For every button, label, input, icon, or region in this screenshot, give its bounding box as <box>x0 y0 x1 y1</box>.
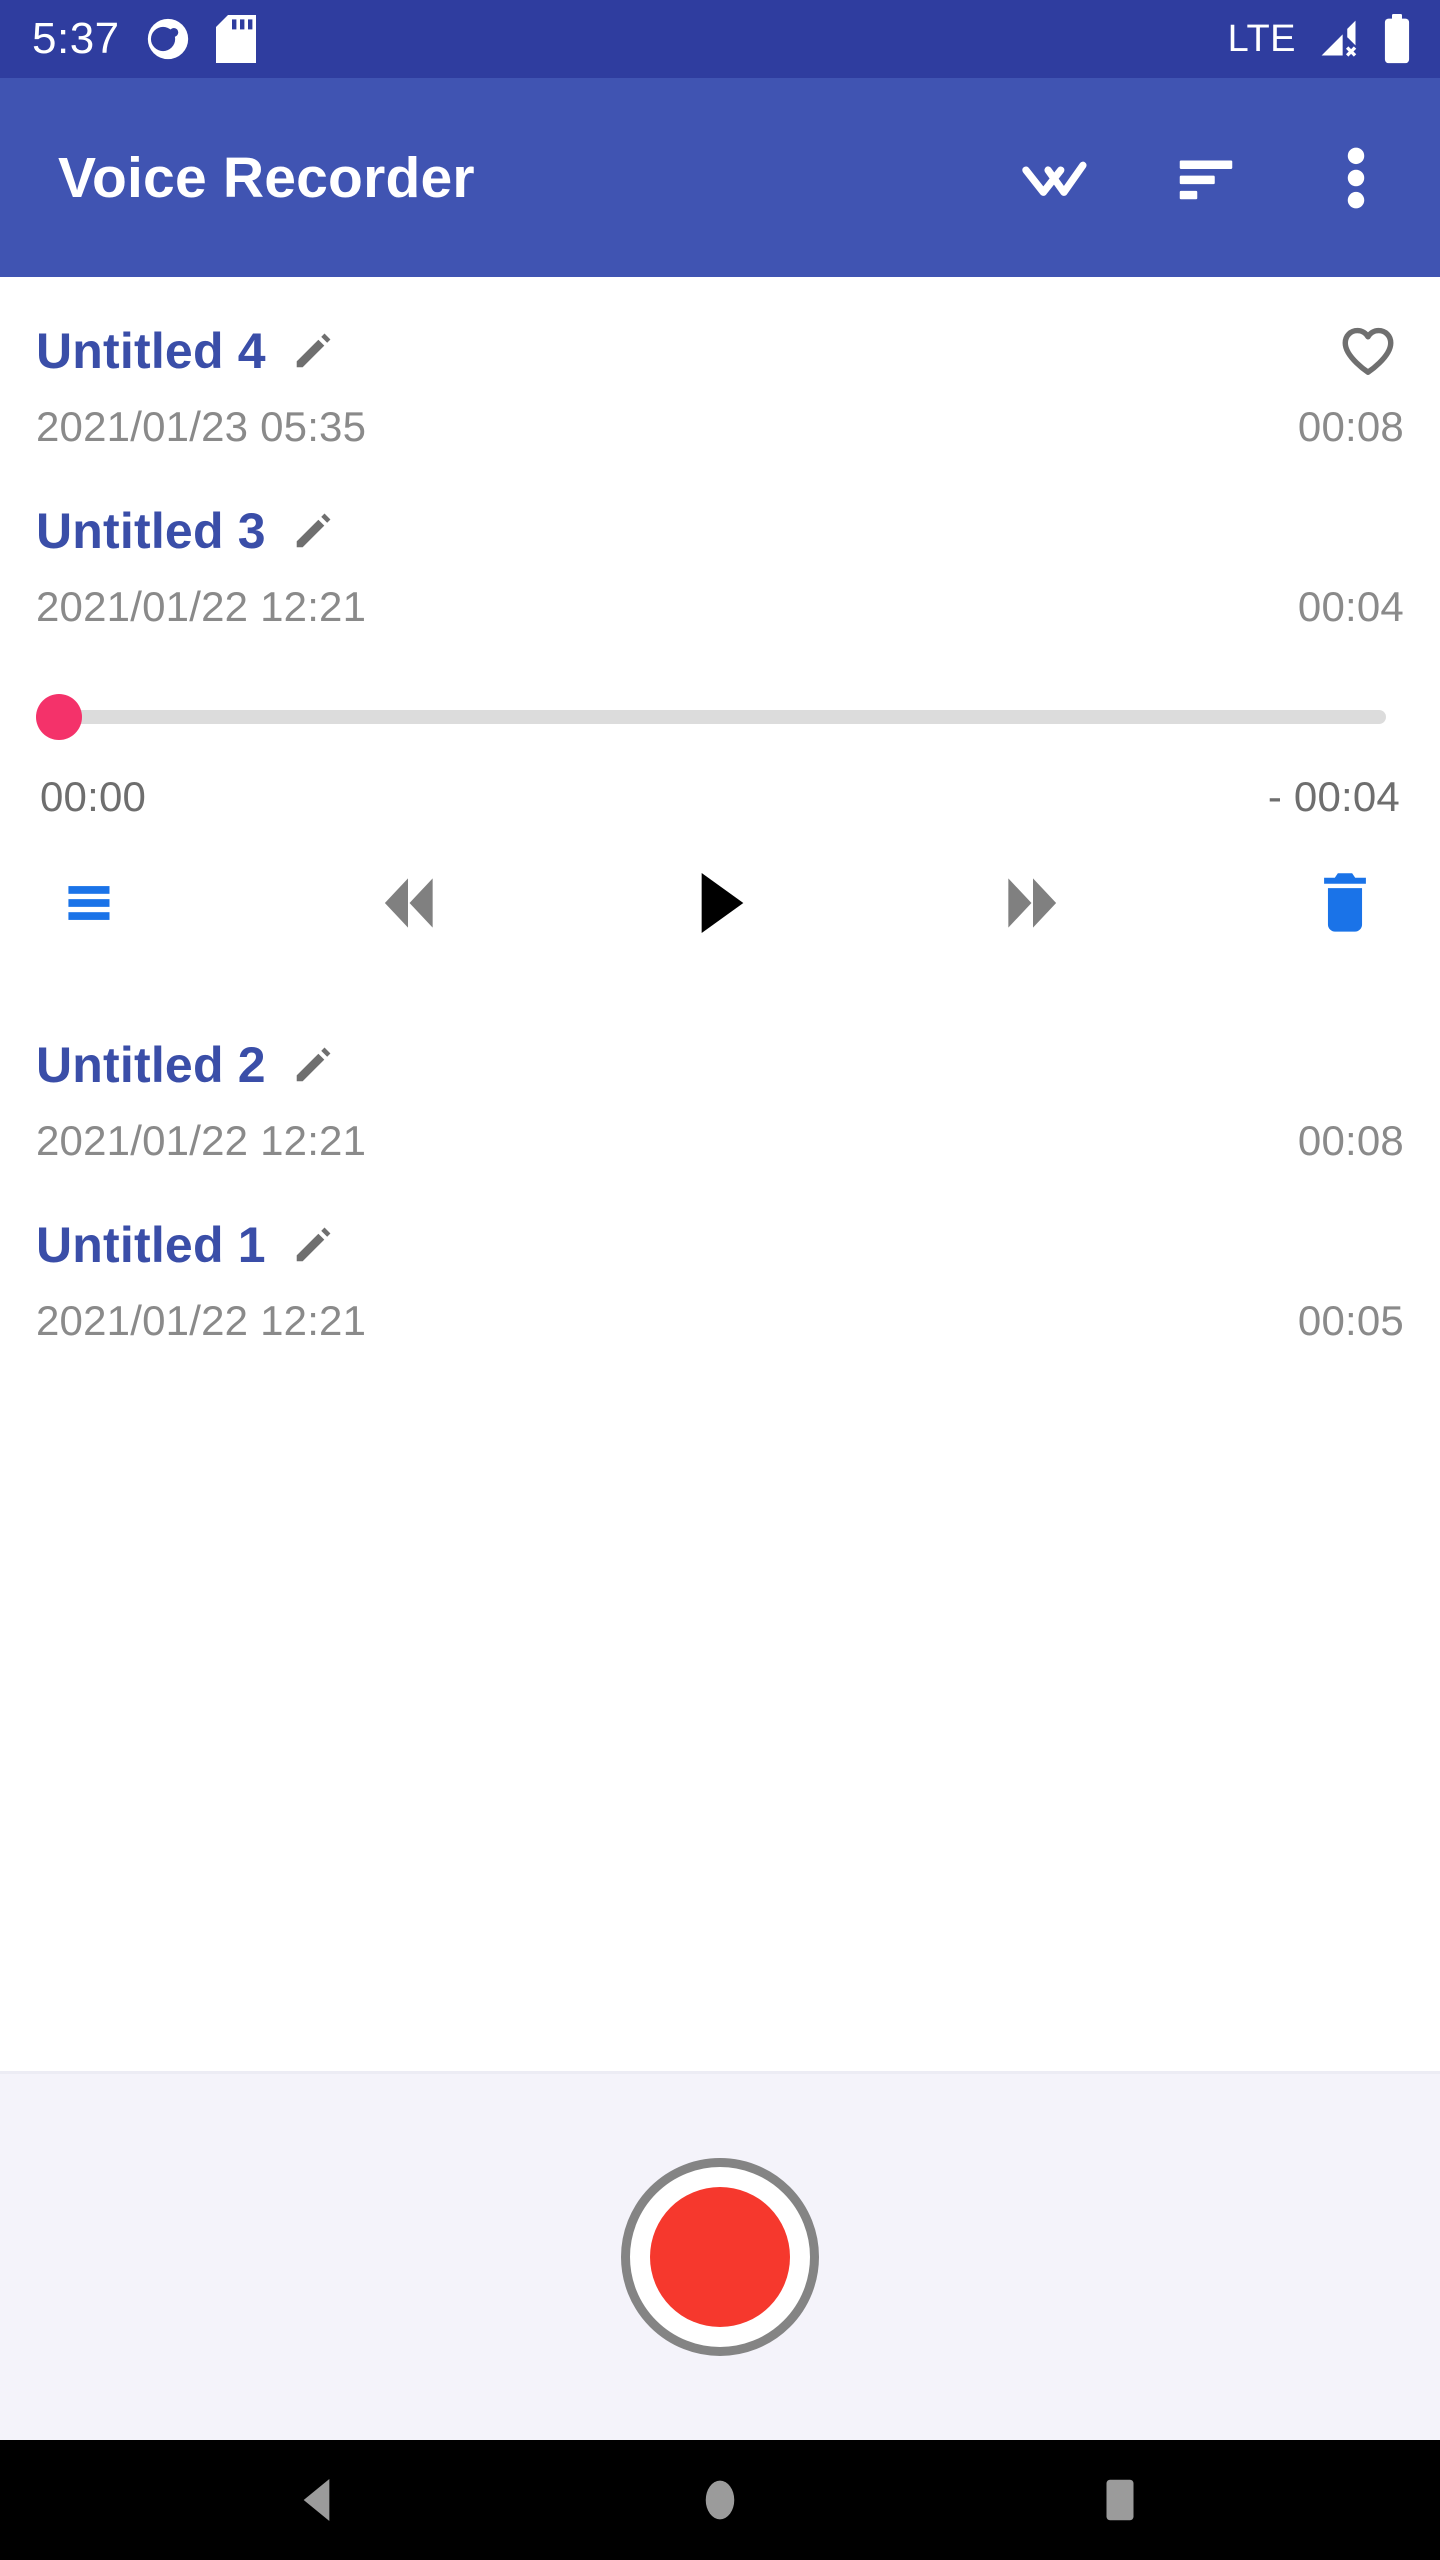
page-title: Voice Recorder <box>58 145 475 210</box>
recording-title[interactable]: Untitled 4 <box>36 322 266 380</box>
status-bar-left: 5:37 <box>32 15 256 63</box>
player-controls <box>36 855 1404 951</box>
nav-recents-icon[interactable] <box>1050 2440 1190 2560</box>
record-button[interactable] <box>621 2158 819 2356</box>
record-button-inner <box>650 2187 790 2327</box>
list-item-header: Untitled 3 <box>36 495 1404 567</box>
recording-duration: 00:04 <box>1297 583 1404 630</box>
current-time-label: 00:00 <box>40 773 147 820</box>
recording-title[interactable]: Untitled 3 <box>36 502 266 560</box>
recording-list: Untitled 4 2021/01/23 05:35 00:08 Untitl… <box>0 277 1440 2071</box>
list-item-header: Untitled 2 <box>36 1029 1404 1101</box>
list-item-meta: 2021/01/22 12:21 00:04 <box>36 583 1404 643</box>
recording-date: 2021/01/22 12:21 <box>36 583 367 630</box>
list-item[interactable]: Untitled 1 2021/01/22 12:21 00:05 <box>0 1187 1440 1367</box>
status-clock: 5:37 <box>32 14 120 63</box>
fast-forward-icon[interactable] <box>978 855 1088 951</box>
recording-title[interactable]: Untitled 2 <box>36 1036 266 1094</box>
signal-off-icon <box>1316 17 1362 61</box>
remaining-time-label: - 00:04 <box>1267 773 1400 820</box>
recording-duration: 00:08 <box>1297 1117 1404 1164</box>
select-all-icon[interactable] <box>1008 130 1104 226</box>
battery-full-icon <box>1382 14 1412 64</box>
overflow-menu-icon[interactable] <box>1308 130 1404 226</box>
app-bar: Voice Recorder <box>0 78 1440 277</box>
status-bar-right: LTE <box>1228 14 1412 64</box>
android-nav-bar <box>0 2440 1440 2560</box>
sort-icon[interactable] <box>1158 130 1254 226</box>
list-item-meta: 2021/01/23 05:35 00:08 <box>36 403 1404 463</box>
seek-track[interactable] <box>54 710 1386 724</box>
recording-date: 2021/01/22 12:21 <box>36 1117 367 1164</box>
recording-title[interactable]: Untitled 1 <box>36 1216 266 1274</box>
recording-date: 2021/01/22 12:21 <box>36 1297 367 1344</box>
status-bar: 5:37 LTE <box>0 0 1440 78</box>
app-screen: 5:37 LTE Voice Recorder Untitled 4 2021/… <box>0 0 1440 2560</box>
list-item[interactable]: Untitled 3 2021/01/22 12:21 00:04 <box>0 473 1440 653</box>
edit-pencil-icon[interactable] <box>290 1222 336 1268</box>
seek-bar[interactable] <box>36 689 1404 745</box>
seek-thumb[interactable] <box>36 694 82 740</box>
list-item[interactable]: Untitled 4 2021/01/23 05:35 00:08 <box>0 293 1440 473</box>
nav-home-icon[interactable] <box>650 2440 790 2560</box>
recording-duration: 00:08 <box>1297 403 1404 450</box>
edit-pencil-icon[interactable] <box>290 328 336 374</box>
delete-icon[interactable] <box>1290 855 1400 951</box>
playlist-icon[interactable] <box>40 855 150 951</box>
player-times: 00:00 - 00:04 <box>36 773 1404 821</box>
edit-pencil-icon[interactable] <box>290 508 336 554</box>
list-item[interactable]: Untitled 2 2021/01/22 12:21 00:08 <box>0 975 1440 1187</box>
list-item-header: Untitled 1 <box>36 1209 1404 1281</box>
nav-back-icon[interactable] <box>250 2440 390 2560</box>
favorite-heart-icon[interactable] <box>1332 315 1404 387</box>
edit-pencil-icon[interactable] <box>290 1042 336 1088</box>
rewind-icon[interactable] <box>353 855 463 951</box>
record-panel <box>0 2071 1440 2440</box>
list-item-meta: 2021/01/22 12:21 00:08 <box>36 1117 1404 1177</box>
sd-card-icon <box>215 15 256 63</box>
list-item-header: Untitled 4 <box>36 315 1404 387</box>
recording-date: 2021/01/23 05:35 <box>36 403 367 450</box>
network-type-label: LTE <box>1227 18 1296 60</box>
play-icon[interactable] <box>665 855 775 951</box>
audio-player: 00:00 - 00:04 <box>0 653 1440 975</box>
app-bar-actions <box>1008 130 1404 226</box>
recording-duration: 00:05 <box>1297 1297 1404 1344</box>
notification-circle-icon <box>146 17 190 61</box>
list-item-meta: 2021/01/22 12:21 00:05 <box>36 1297 1404 1357</box>
